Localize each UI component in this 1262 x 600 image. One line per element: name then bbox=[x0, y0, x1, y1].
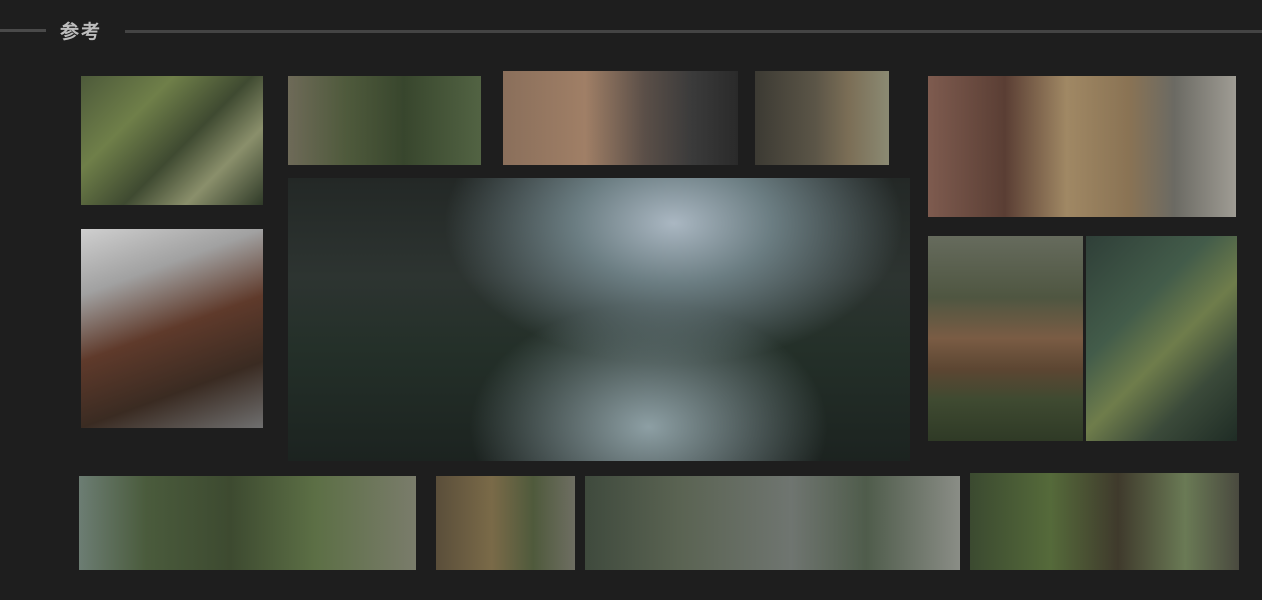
reference-image-stone-statues-lanterns[interactable] bbox=[288, 76, 481, 165]
reference-image-twisted-tree-trunk[interactable] bbox=[1086, 236, 1237, 441]
reference-image-roots-forest-floor[interactable] bbox=[970, 473, 1239, 570]
reference-image-cliff-temple-cave[interactable] bbox=[503, 71, 738, 165]
section-title: 参考 bbox=[60, 21, 103, 43]
reference-image-shrines-lanterns[interactable] bbox=[81, 229, 263, 428]
reference-image-pagoda-gate[interactable] bbox=[755, 71, 889, 165]
reference-image-tree-roots-collage[interactable] bbox=[928, 236, 1083, 441]
reference-image-hanging-temple[interactable] bbox=[928, 76, 1236, 217]
header-divider-right bbox=[125, 30, 1262, 33]
header-divider-left bbox=[0, 29, 46, 32]
reference-image-main-concept-art[interactable] bbox=[288, 178, 910, 461]
reference-image-swamp-forest[interactable] bbox=[585, 476, 960, 570]
reference-image-stone-path-statues[interactable] bbox=[79, 476, 416, 570]
reference-image-mossy-rocks[interactable] bbox=[81, 76, 263, 205]
reference-image-moss-statues[interactable] bbox=[436, 476, 575, 570]
